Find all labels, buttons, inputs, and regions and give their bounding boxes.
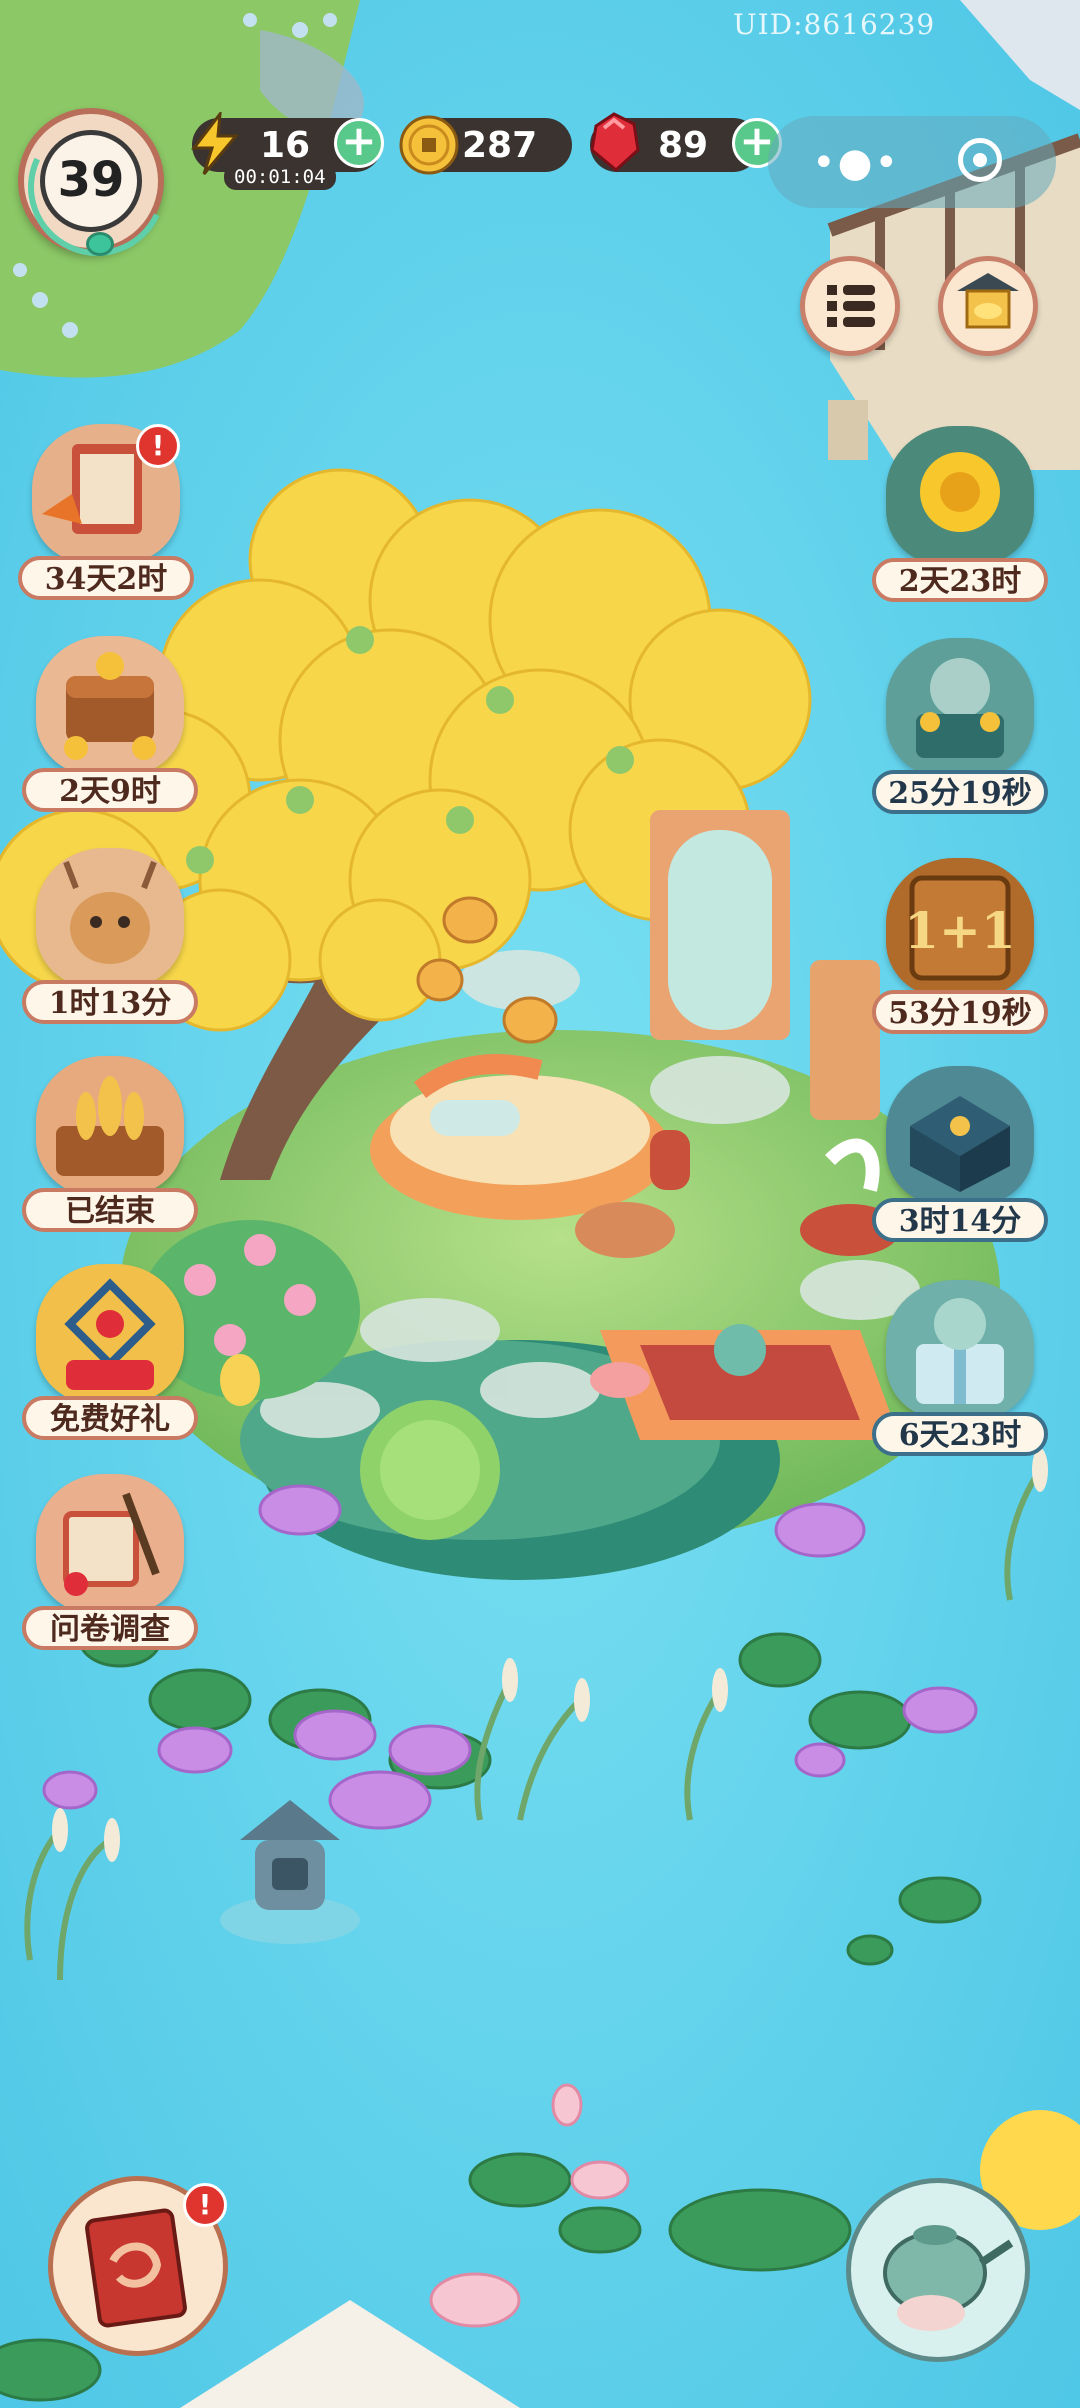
notification-badge: ! [136,424,180,468]
svg-text:1+1: 1+1 [904,901,1015,960]
more-icon[interactable]: •●• [812,140,900,186]
event-chrysanthemum[interactable]: 2天23时 [872,426,1048,602]
event-timer: 34天2时 [18,556,194,600]
treasure-chest-icon [36,636,184,776]
teapot-icon [883,2225,1014,2331]
event-timer: 6天23时 [872,1412,1048,1456]
menu-list-button[interactable] [800,256,900,356]
notification-badge: ! [183,2183,227,2227]
ruby-icon [590,112,640,172]
event-treasure-chest[interactable]: 2天9时 [22,636,198,812]
jade-box-icon [886,1066,1034,1206]
rug-tea-set [590,1324,900,1440]
journal-book-button[interactable]: ! [48,2176,228,2356]
event-deer-spirit[interactable]: 1时13分 [22,848,198,1024]
player-level: 39 [57,152,125,208]
event-timer: 1时13分 [22,980,198,1024]
cat-gift-icon [886,1280,1034,1420]
shop-button[interactable] [938,256,1038,356]
coin-icon [399,115,459,175]
event-calendar[interactable]: 34天2时 ! [18,424,194,600]
gem-value: 89 [658,125,709,166]
chrysanthemum-icon [886,426,1034,566]
shop-pavilion-icon [957,273,1019,329]
event-timer: 免费好礼 [22,1396,198,1440]
event-timer: 25分19秒 [872,770,1048,814]
close-target-icon[interactable] [958,138,1002,182]
cat-chest-icon [886,638,1034,778]
event-timer: 53分19秒 [872,990,1048,1034]
list-icon [827,285,875,327]
event-survey[interactable]: 问卷调查 [22,1474,198,1650]
wheat-icon [36,1056,184,1196]
moon-gate [650,810,790,1040]
event-wheat-harvest[interactable]: 已结束 [22,1056,198,1232]
event-timer: 问卷调查 [22,1606,198,1650]
event-timer: 2天23时 [872,558,1048,602]
deer-spirit-icon [36,848,184,988]
lucky-knot-icon [36,1264,184,1404]
uid-label: UID:8616239 [733,8,936,41]
event-cat-chest[interactable]: 25分19秒 [872,638,1048,814]
event-cat-gift[interactable]: 6天23时 [872,1280,1048,1456]
energy-timer: 00:01:04 [224,164,336,190]
mini-program-capsule: •●• [768,116,1056,208]
event-timer: 3时14分 [872,1198,1048,1242]
event-jade-box[interactable]: 3时14分 [872,1066,1048,1242]
event-free-gift[interactable]: 免费好礼 [22,1264,198,1440]
one-plus-one-icon: 1+1 [886,858,1034,998]
event-timer: 2天9时 [22,768,198,812]
event-one-plus-one[interactable]: 1+1 53分19秒 [872,858,1048,1034]
coin-display[interactable]: 287 [399,115,572,175]
level-gem-icon [86,232,114,256]
player-level-badge[interactable]: 39 [8,98,186,276]
event-timer: 已结束 [22,1188,198,1232]
coin-value: 287 [462,125,538,166]
energy-value: 16 [260,125,311,166]
survey-scroll-icon [36,1474,184,1614]
add-energy-button[interactable]: + [334,118,384,168]
teapot-button[interactable] [846,2178,1030,2362]
